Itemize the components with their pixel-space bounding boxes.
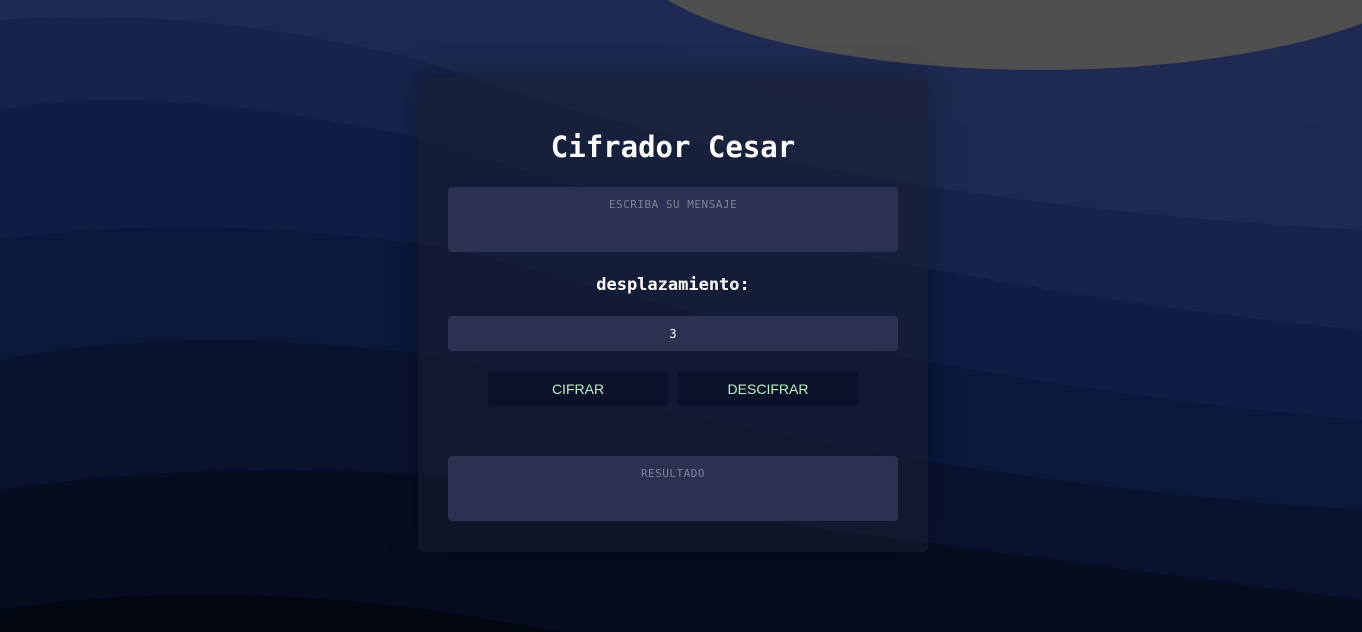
app-title: Cifrador Cesar bbox=[550, 130, 796, 164]
result-output[interactable] bbox=[448, 456, 898, 521]
cipher-card: Cifrador Cesar desplazamiento: CIFRAR DE… bbox=[418, 77, 928, 552]
cipher-button[interactable]: CIFRAR bbox=[488, 371, 668, 406]
shift-input[interactable] bbox=[448, 316, 898, 351]
message-input[interactable] bbox=[448, 187, 898, 252]
decipher-button[interactable]: DESCIFRAR bbox=[678, 371, 858, 406]
shift-label: desplazamiento: bbox=[596, 275, 750, 295]
